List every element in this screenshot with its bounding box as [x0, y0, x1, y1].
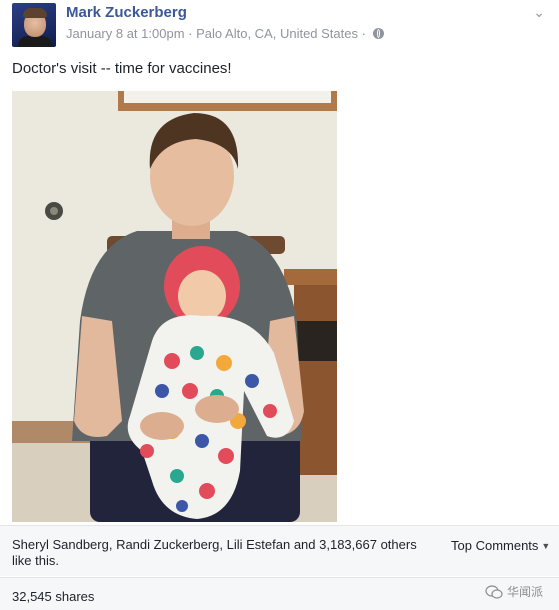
watermark: 华闻派 [485, 583, 543, 600]
top-comments-label: Top Comments [451, 538, 539, 553]
chevron-down-icon[interactable]: ⌄ [533, 4, 545, 21]
shares-count-link[interactable]: 32,545 shares [12, 589, 94, 604]
post-meta: January 8 at 1:00pm · Palo Alto, CA, Uni… [66, 26, 384, 41]
photo-illustration [12, 91, 337, 522]
author-avatar[interactable] [12, 3, 56, 47]
avatar-hair [23, 8, 47, 18]
post-timestamp[interactable]: January 8 at 1:00pm [66, 26, 185, 41]
likes-bar: Sheryl Sandberg, Randi Zuckerberg, Lili … [0, 526, 559, 576]
top-comments-dropdown[interactable]: Top Comments ▼ [451, 538, 550, 553]
meta-separator: · [188, 26, 193, 41]
author-name-link[interactable]: Mark Zuckerberg [66, 4, 187, 21]
post-location[interactable]: Palo Alto, CA, United States [196, 26, 358, 41]
post-photo[interactable] [12, 91, 337, 522]
likes-summary[interactable]: Sheryl Sandberg, Randi Zuckerberg, Lili … [12, 537, 432, 569]
caret-down-icon: ▼ [541, 541, 551, 551]
avatar-shirt [18, 36, 52, 47]
watermark-text: 华闻派 [506, 585, 543, 599]
post-text: Doctor's visit -- time for vaccines! [12, 60, 232, 77]
wechat-icon [485, 584, 503, 599]
meta-separator-2: · [361, 26, 366, 41]
shares-bar: 32,545 shares 华闻派 [0, 578, 559, 610]
globe-icon[interactable] [372, 28, 384, 39]
